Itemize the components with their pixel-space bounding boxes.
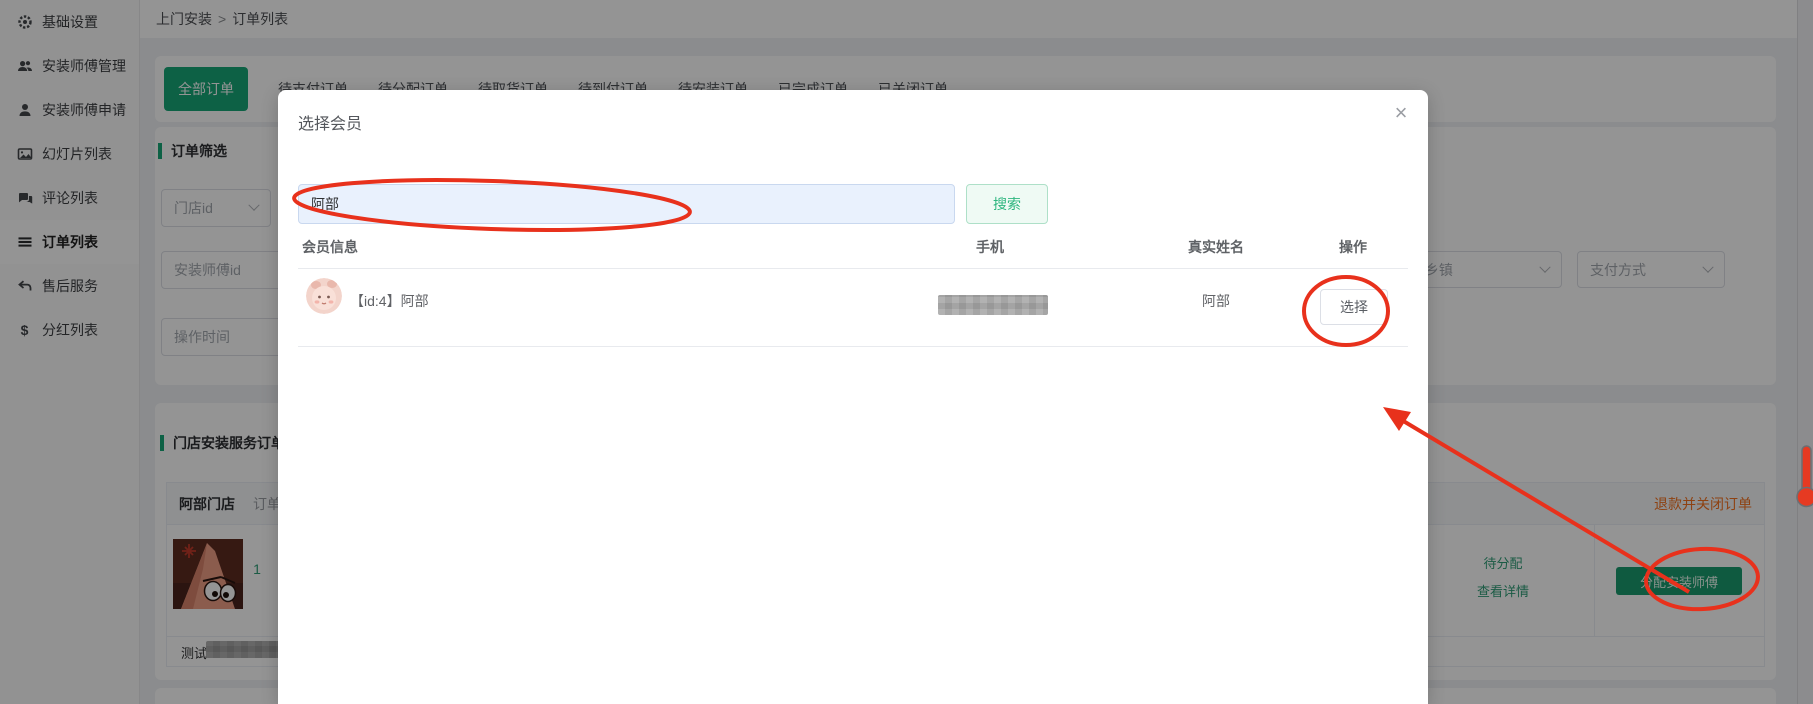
select-member-button[interactable]: 选择 bbox=[1320, 289, 1388, 325]
member-id-name: 【id:4】阿部 bbox=[350, 293, 429, 309]
select-member-modal: 选择会员 × 搜索 会员信息 手机 真实姓名 操作 【id:4】阿部 阿部 bbox=[278, 90, 1428, 704]
member-avatar bbox=[306, 278, 342, 314]
member-real-name: 阿部 bbox=[1202, 293, 1230, 309]
column-header-action: 操作 bbox=[1339, 239, 1367, 255]
column-header-phone: 手机 bbox=[976, 239, 1004, 255]
app-screen: 基础设置 安装师傅管理 安装师傅申请 幻灯片列表 评论列表 订单列表 售后服务 … bbox=[0, 0, 1813, 704]
redacted-phone bbox=[938, 295, 1048, 315]
table-divider bbox=[298, 268, 1408, 269]
member-search-input[interactable] bbox=[298, 184, 955, 224]
modal-title: 选择会员 bbox=[298, 116, 363, 133]
column-header-member: 会员信息 bbox=[302, 239, 358, 255]
table-divider bbox=[298, 346, 1408, 347]
search-button[interactable]: 搜索 bbox=[966, 184, 1048, 224]
close-icon[interactable]: × bbox=[1386, 98, 1416, 128]
column-header-real-name: 真实姓名 bbox=[1188, 239, 1244, 255]
